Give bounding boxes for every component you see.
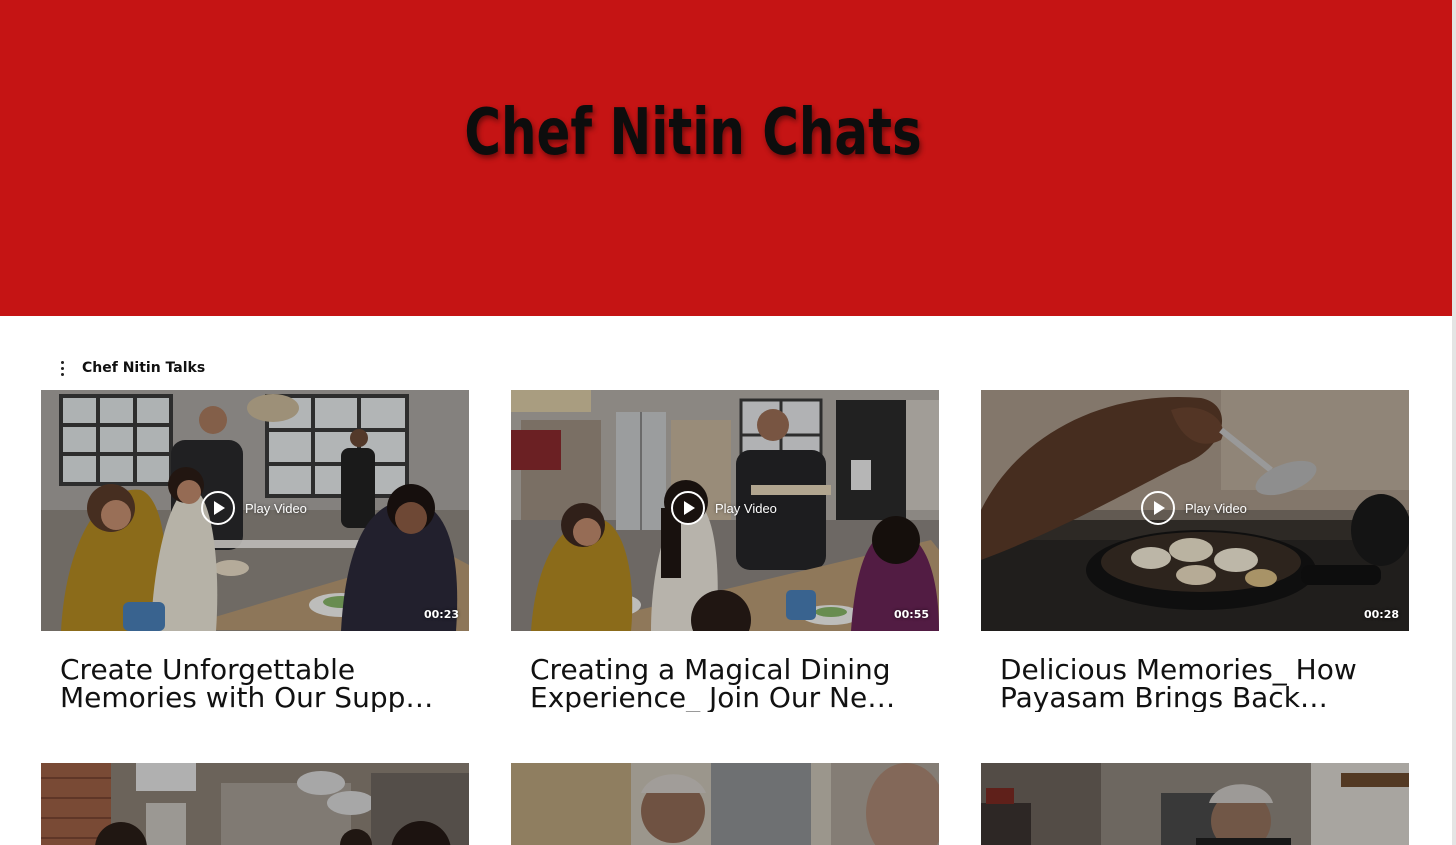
play-video-label: Play Video <box>715 500 777 516</box>
page-title: Chef Nitin Chats <box>464 96 922 170</box>
kebab-dot <box>60 360 64 364</box>
kebab-dot <box>60 372 64 376</box>
video-card: Play Video 00:23 Create Unforgettable Me… <box>41 390 469 712</box>
video-duration: 00:28 <box>1363 608 1399 621</box>
video-title[interactable]: Create Unforgettable Memories with Our S… <box>60 656 455 712</box>
video-thumbnail[interactable] <box>981 763 1409 845</box>
window-edge <box>1452 0 1456 845</box>
play-video-button[interactable]: Play Video <box>201 491 307 525</box>
video-thumbnail[interactable]: Play Video 00:23 <box>41 390 469 631</box>
thumbnail-image <box>981 763 1409 845</box>
video-thumbnail[interactable] <box>41 763 469 845</box>
page: Chef Nitin Chats Chef Nitin Talks Play V… <box>0 0 1452 845</box>
header-banner: Chef Nitin Chats <box>0 0 1452 316</box>
video-thumbnail[interactable] <box>511 763 939 845</box>
video-card: Play Video 00:28 Delicious Memories_ How… <box>981 390 1409 712</box>
video-duration: 00:55 <box>893 608 929 621</box>
section-header: Chef Nitin Talks <box>52 356 205 380</box>
video-thumbnail[interactable]: Play Video 00:55 <box>511 390 939 631</box>
kebab-menu-icon[interactable] <box>52 357 72 379</box>
play-icon <box>1141 491 1175 525</box>
video-duration: 00:23 <box>423 608 459 621</box>
kebab-dot <box>60 366 64 370</box>
play-icon <box>201 491 235 525</box>
play-video-label: Play Video <box>1185 500 1247 516</box>
play-video-button[interactable]: Play Video <box>1141 491 1247 525</box>
thumbnail-image <box>41 763 469 845</box>
video-thumbnail[interactable]: Play Video 00:28 <box>981 390 1409 631</box>
section-title: Chef Nitin Talks <box>82 360 206 376</box>
video-card: Play Video 00:55 Creating a Magical Dini… <box>511 390 939 712</box>
play-video-button[interactable]: Play Video <box>671 491 777 525</box>
video-title[interactable]: Delicious Memories_ How Payasam Brings B… <box>1000 656 1395 712</box>
video-title[interactable]: Creating a Magical Dining Experience_ Jo… <box>530 656 925 712</box>
play-icon <box>671 491 705 525</box>
thumbnail-image <box>511 763 939 845</box>
play-video-label: Play Video <box>245 500 307 516</box>
